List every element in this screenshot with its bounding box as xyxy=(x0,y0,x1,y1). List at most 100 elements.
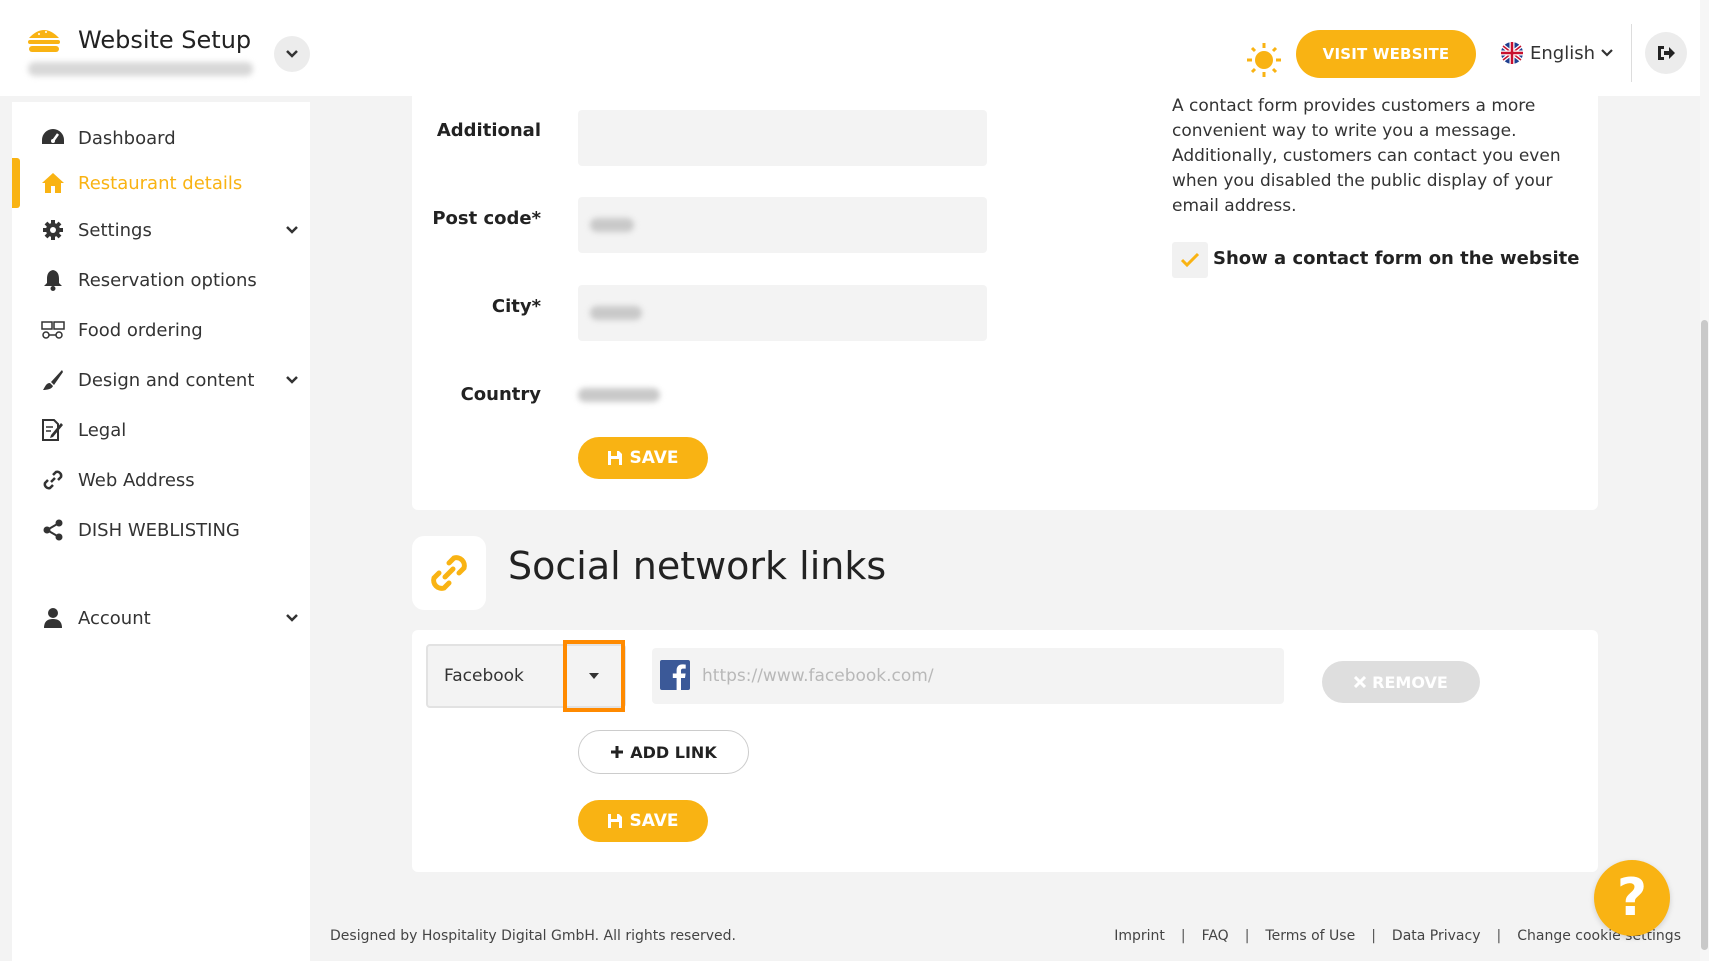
remove-label: REMOVE xyxy=(1372,672,1448,692)
floppy-icon xyxy=(608,451,623,465)
home-icon xyxy=(40,170,66,196)
postcode-value-redacted xyxy=(590,218,634,232)
theme-toggle-icon[interactable] xyxy=(1212,40,1284,82)
contact-form-checkbox-label: Show a contact form on the website xyxy=(1213,248,1580,269)
help-button[interactable]: ? xyxy=(1594,860,1670,936)
country-label: Country xyxy=(460,384,541,405)
additional-field[interactable] xyxy=(578,110,987,166)
app-title: Website Setup xyxy=(78,26,252,54)
social-network-value: Facebook xyxy=(444,666,524,686)
sidebar-item-dish-weblisting[interactable]: DISH WEBLISTING xyxy=(12,510,310,550)
sidebar-item-web-address[interactable]: Web Address xyxy=(12,460,310,500)
social-url-field[interactable]: https://www.facebook.com/ xyxy=(652,648,1284,704)
add-link-button[interactable]: ADD LINK xyxy=(578,730,749,774)
sidebar-item-label: Food ordering xyxy=(78,319,203,341)
user-icon xyxy=(40,605,66,631)
sidebar-item-label: Reservation options xyxy=(78,269,257,291)
contact-form-checkbox[interactable] xyxy=(1172,242,1208,278)
page-scrollbar[interactable] xyxy=(1700,0,1709,961)
burger-logo-icon xyxy=(28,30,60,52)
footer-link-imprint[interactable]: Imprint xyxy=(1114,928,1165,944)
link-icon xyxy=(431,555,467,591)
food-ordering-icon xyxy=(40,317,66,343)
sidebar-item-settings[interactable]: Settings xyxy=(12,210,310,250)
sidebar-item-account[interactable]: Account xyxy=(12,598,310,638)
dropdown-toggle-highlight[interactable] xyxy=(563,640,625,712)
checkmark-icon xyxy=(1180,252,1200,268)
footer-link-faq[interactable]: FAQ xyxy=(1202,928,1229,944)
footer-separator: | xyxy=(1496,928,1502,944)
gear-icon xyxy=(40,217,66,243)
sidebar-item-label: Settings xyxy=(78,219,152,241)
footer-copyright: Designed by Hospitality Digital GmbH. Al… xyxy=(330,928,736,944)
sidebar-item-label: Dashboard xyxy=(78,127,176,149)
sidebar-item-design-and-content[interactable]: Design and content xyxy=(12,360,310,400)
postcode-field[interactable] xyxy=(578,197,987,253)
uk-flag-icon xyxy=(1501,42,1523,64)
question-mark-icon: ? xyxy=(1616,868,1648,928)
sidebar-item-label: Design and content xyxy=(78,369,255,391)
chevron-down-icon xyxy=(284,222,300,238)
chevron-down-icon xyxy=(286,50,298,58)
social-section-icon xyxy=(412,536,486,610)
additional-label: Additional xyxy=(436,120,541,141)
header-divider xyxy=(1631,24,1632,82)
visit-website-button[interactable]: VISIT WEBSITE xyxy=(1296,30,1476,78)
language-label: English xyxy=(1530,42,1595,64)
footer-link-cookie-settings[interactable]: Change cookie settings xyxy=(1517,928,1681,944)
bell-icon xyxy=(40,267,66,293)
logout-icon xyxy=(1658,46,1675,60)
section-title-social: Social network links xyxy=(508,544,887,588)
sidebar-item-label: Web Address xyxy=(78,469,195,491)
link-icon xyxy=(40,467,66,493)
city-value-redacted xyxy=(590,306,642,320)
legal-icon xyxy=(40,417,66,443)
language-selector[interactable]: English xyxy=(1500,38,1613,68)
save-label: SAVE xyxy=(629,811,679,831)
contact-form-description: A contact form provides customers a more… xyxy=(1172,96,1561,216)
sidebar-item-label: Legal xyxy=(78,419,127,441)
chevron-down-icon xyxy=(1601,49,1613,57)
social-save-button[interactable]: SAVE xyxy=(578,800,708,842)
caret-down-icon xyxy=(589,673,599,679)
sidebar-item-legal[interactable]: Legal xyxy=(12,410,310,450)
footer-link-privacy[interactable]: Data Privacy xyxy=(1392,928,1481,944)
footer-links: Imprint | FAQ | Terms of Use | Data Priv… xyxy=(1114,928,1681,944)
brush-icon xyxy=(40,367,66,393)
social-url-placeholder: https://www.facebook.com/ xyxy=(702,666,934,686)
sidebar: Dashboard Restaurant details Settings Re… xyxy=(12,102,310,961)
dashboard-icon xyxy=(40,125,66,151)
sidebar-item-restaurant-details[interactable]: Restaurant details xyxy=(12,158,310,208)
chevron-down-icon xyxy=(284,372,300,388)
active-indicator xyxy=(12,158,20,208)
footer-separator: | xyxy=(1180,928,1186,944)
floppy-icon xyxy=(608,814,623,828)
top-header: Website Setup VISIT WEBSITE English xyxy=(0,0,1709,96)
address-save-button[interactable]: SAVE xyxy=(578,437,708,479)
facebook-icon xyxy=(660,660,690,690)
add-link-label: ADD LINK xyxy=(630,742,717,762)
save-label: SAVE xyxy=(629,448,679,468)
sidebar-item-reservation-options[interactable]: Reservation options xyxy=(12,260,310,300)
city-field[interactable] xyxy=(578,285,987,341)
sidebar-item-dashboard[interactable]: Dashboard xyxy=(12,118,310,158)
sidebar-item-label: Account xyxy=(78,607,151,629)
postcode-label: Post code* xyxy=(432,208,541,229)
remove-link-button[interactable]: REMOVE xyxy=(1322,661,1480,703)
logout-button[interactable] xyxy=(1645,32,1687,74)
chevron-down-icon xyxy=(284,610,300,626)
account-dropdown-button[interactable] xyxy=(274,36,310,72)
city-label: City* xyxy=(491,296,541,317)
country-value-redacted xyxy=(578,388,660,402)
sidebar-item-label: DISH WEBLISTING xyxy=(78,519,240,541)
sidebar-item-food-ordering[interactable]: Food ordering xyxy=(12,310,310,350)
close-icon xyxy=(1354,676,1367,688)
footer-link-terms[interactable]: Terms of Use xyxy=(1265,928,1355,944)
sidebar-item-label: Restaurant details xyxy=(78,172,243,194)
plus-icon xyxy=(611,746,624,758)
scrollbar-thumb[interactable] xyxy=(1701,320,1708,950)
account-name-redacted xyxy=(28,62,253,76)
footer-separator: | xyxy=(1244,928,1250,944)
share-icon xyxy=(40,517,66,543)
footer-separator: | xyxy=(1371,928,1376,944)
